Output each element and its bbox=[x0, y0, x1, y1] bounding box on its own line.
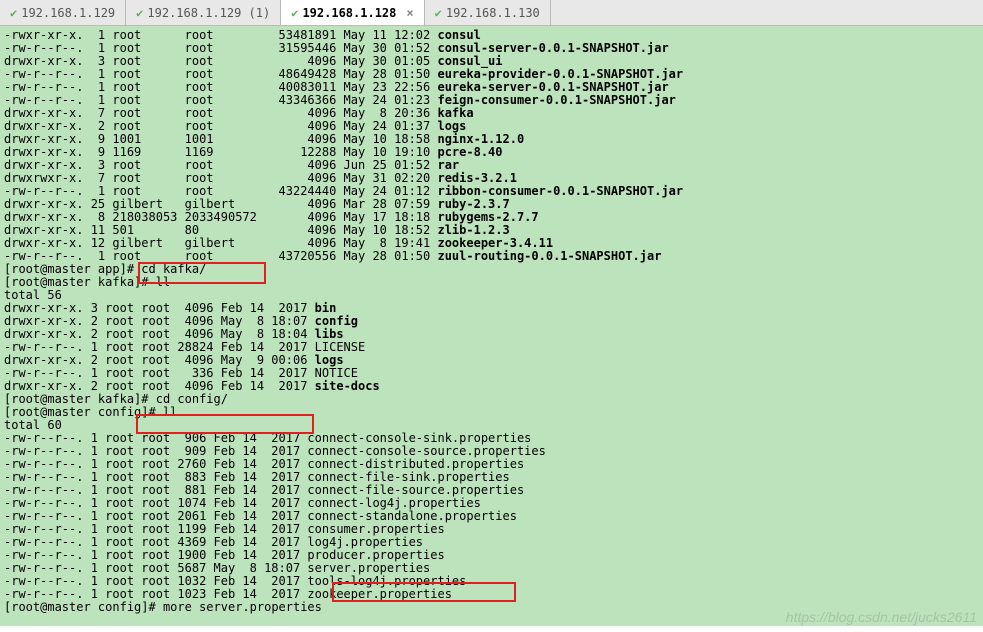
command-ll: ll bbox=[149, 275, 171, 289]
prompt: [root@master config]# bbox=[4, 600, 156, 614]
file-row: drwxr-xr-x. 9 1001 1001 4096 May 10 18:5… bbox=[4, 132, 524, 146]
file-row: -rw-r--r--. 1 root root 2061 Feb 14 2017… bbox=[4, 509, 517, 523]
file-row: drwxr-xr-x. 9 1169 1169 12288 May 10 19:… bbox=[4, 145, 503, 159]
file-row: drwxrwxr-x. 7 root root 4096 May 31 02:2… bbox=[4, 171, 517, 185]
file-row: -rw-r--r--. 1 root root 909 Feb 14 2017 … bbox=[4, 444, 546, 458]
check-icon: ✔ bbox=[10, 6, 17, 20]
tab-label: 192.168.1.129 (1) bbox=[147, 6, 270, 20]
file-row: drwxr-xr-x. 25 gilbert gilbert 4096 Mar … bbox=[4, 197, 510, 211]
file-row: -rw-r--r--. 1 root root 31595446 May 30 … bbox=[4, 41, 669, 55]
watermark: https://blog.csdn.net/jucks2611 bbox=[786, 611, 977, 624]
tab-2[interactable]: ✔ 192.168.1.129 (1) bbox=[126, 0, 281, 25]
command-more: more server.properties bbox=[156, 600, 322, 614]
tab-1[interactable]: ✔ 192.168.1.129 bbox=[0, 0, 126, 25]
check-icon: ✔ bbox=[435, 6, 442, 20]
file-row: -rw-r--r--. 1 root root 28824 Feb 14 201… bbox=[4, 340, 365, 354]
file-row: -rw-r--r--. 1 root root 1032 Feb 14 2017… bbox=[4, 574, 466, 588]
tab-label: 192.168.1.129 bbox=[21, 6, 115, 20]
tab-label: 192.168.1.130 bbox=[446, 6, 540, 20]
file-row: -rw-r--r--. 1 root root 906 Feb 14 2017 … bbox=[4, 431, 531, 445]
file-row: -rw-r--r--. 1 root root 883 Feb 14 2017 … bbox=[4, 470, 510, 484]
file-row: -rw-r--r--. 1 root root 5687 May 8 18:07… bbox=[4, 561, 430, 575]
file-row: -rw-r--r--. 1 root root 1199 Feb 14 2017… bbox=[4, 522, 445, 536]
file-row: -rw-r--r--. 1 root root 881 Feb 14 2017 … bbox=[4, 483, 524, 497]
file-row: -rw-r--r--. 1 root root 1900 Feb 14 2017… bbox=[4, 548, 445, 562]
file-row: drwxr-xr-x. 2 root root 4096 Feb 14 2017… bbox=[4, 379, 380, 393]
total-line: total 60 bbox=[4, 418, 62, 432]
file-row: drwxr-xr-x. 2 root root 4096 May 8 18:07… bbox=[4, 314, 358, 328]
file-row: -rw-r--r--. 1 root root 43720556 May 28 … bbox=[4, 249, 661, 263]
prompt: [root@master app]# bbox=[4, 262, 134, 276]
file-row: drwxr-xr-x. 7 root root 4096 May 8 20:36… bbox=[4, 106, 474, 120]
tab-label: 192.168.1.128 bbox=[302, 6, 396, 20]
file-row: drwxr-xr-x. 3 root root 4096 May 30 01:0… bbox=[4, 54, 503, 68]
file-row: -rw-r--r--. 1 root root 43224440 May 24 … bbox=[4, 184, 683, 198]
file-row: -rw-r--r--. 1 root root 4369 Feb 14 2017… bbox=[4, 535, 423, 549]
file-row: -rw-r--r--. 1 root root 1023 Feb 14 2017… bbox=[4, 587, 452, 601]
command-cd-config: cd config/ bbox=[149, 392, 228, 406]
file-row: -rwxr-xr-x. 1 root root 53481891 May 11 … bbox=[4, 28, 481, 42]
file-row: -rw-r--r--. 1 root root 40083011 May 23 … bbox=[4, 80, 669, 94]
tab-4[interactable]: ✔ 192.168.1.130 bbox=[425, 0, 551, 25]
close-icon[interactable]: × bbox=[406, 6, 413, 20]
total-line: total 56 bbox=[4, 288, 62, 302]
file-row: drwxr-xr-x. 11 501 80 4096 May 10 18:52 … bbox=[4, 223, 510, 237]
file-row: drwxr-xr-x. 2 root root 4096 May 24 01:3… bbox=[4, 119, 466, 133]
file-row: -rw-r--r--. 1 root root 2760 Feb 14 2017… bbox=[4, 457, 524, 471]
file-row: drwxr-xr-x. 2 root root 4096 May 8 18:04… bbox=[4, 327, 344, 341]
tab-3-active[interactable]: ✔ 192.168.1.128 × bbox=[281, 0, 424, 25]
file-row: -rw-r--r--. 1 root root 43346366 May 24 … bbox=[4, 93, 676, 107]
file-row: drwxr-xr-x. 3 root root 4096 Jun 25 01:5… bbox=[4, 158, 459, 172]
command-cd-kafka: cd kafka/ bbox=[134, 262, 206, 276]
command-ll: ll bbox=[156, 405, 178, 419]
file-row: drwxr-xr-x. 2 root root 4096 May 9 00:06… bbox=[4, 353, 344, 367]
file-row: -rw-r--r--. 1 root root 336 Feb 14 2017 … bbox=[4, 366, 358, 380]
prompt: [root@master kafka]# bbox=[4, 392, 149, 406]
file-row: drwxr-xr-x. 3 root root 4096 Feb 14 2017… bbox=[4, 301, 336, 315]
file-row: drwxr-xr-x. 8 218038053 2033490572 4096 … bbox=[4, 210, 539, 224]
file-row: -rw-r--r--. 1 root root 1074 Feb 14 2017… bbox=[4, 496, 481, 510]
check-icon: ✔ bbox=[291, 6, 298, 20]
file-row: drwxr-xr-x. 12 gilbert gilbert 4096 May … bbox=[4, 236, 553, 250]
terminal[interactable]: -rwxr-xr-x. 1 root root 53481891 May 11 … bbox=[0, 26, 983, 626]
prompt: [root@master kafka]# bbox=[4, 275, 149, 289]
tab-bar: ✔ 192.168.1.129 ✔ 192.168.1.129 (1) ✔ 192.1… bbox=[0, 0, 983, 26]
file-row: -rw-r--r--. 1 root root 48649428 May 28 … bbox=[4, 67, 683, 81]
check-icon: ✔ bbox=[136, 6, 143, 20]
prompt: [root@master config]# bbox=[4, 405, 156, 419]
